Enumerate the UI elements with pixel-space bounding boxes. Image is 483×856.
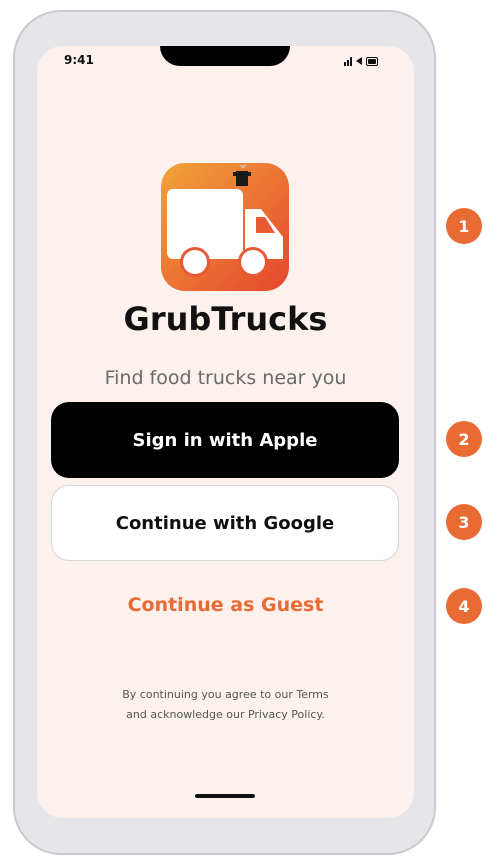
continue-with-google-button[interactable]: Continue with Google [51,485,399,561]
home-indicator [195,794,255,798]
callout-1: 1 [446,208,482,244]
callout-2: 2 [446,421,482,457]
app-name: GrubTrucks [123,300,328,338]
wifi-icon [356,57,362,65]
legal-line-1: By continuing you agree to our Terms [122,688,329,701]
battery-icon [366,56,378,66]
callout-4: 4 [446,588,482,624]
sign-in-with-apple-button[interactable]: Sign in with Apple [51,402,399,478]
callout-3: 3 [446,504,482,540]
status-time: 9:41 [64,53,94,67]
continue-as-guest-link[interactable]: Continue as Guest [37,594,414,616]
signal-icon [344,56,352,66]
status-icons [344,55,378,67]
app-tagline: Find food trucks near you [104,367,347,389]
food-truck-icon [161,163,289,291]
notch [160,46,290,66]
legal-line-2: and acknowledge our Privacy Policy. [126,708,325,721]
legal-notice: By continuing you agree to our Terms and… [37,685,414,725]
